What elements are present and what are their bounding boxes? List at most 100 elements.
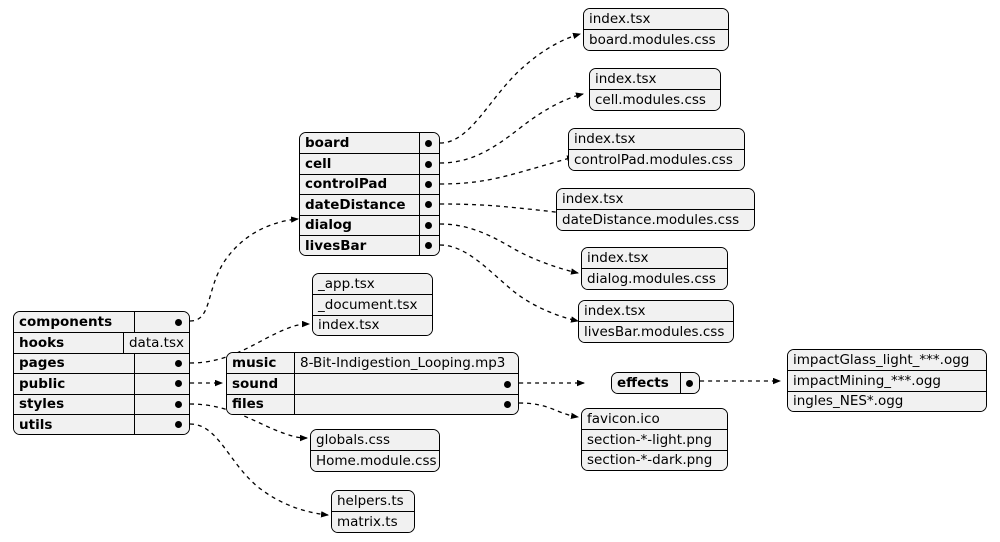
list-item[interactable]: livesBar.modules.css (579, 321, 733, 342)
table-row[interactable]: dialog (300, 214, 439, 235)
row-value-effects (680, 373, 699, 394)
link-dot-icon (425, 201, 432, 209)
link-dot-icon (175, 421, 182, 429)
row-value-components (134, 312, 189, 333)
row-value-public (134, 374, 189, 394)
list-item[interactable]: dateDistance.modules.css (557, 209, 754, 230)
table-row[interactable]: pages (14, 352, 189, 374)
list-item[interactable]: _app.tsx (313, 274, 432, 295)
styles-files-node: globals.css Home.module.css (310, 429, 440, 472)
row-label-components: components (19, 314, 113, 331)
list-item[interactable]: board.modules.css (584, 29, 728, 50)
list-item[interactable]: index.tsx (582, 248, 727, 269)
row-value-datedistance (419, 195, 439, 215)
list-item[interactable]: index.tsx (584, 9, 728, 30)
list-item[interactable]: cell.modules.css (590, 89, 720, 110)
list-item[interactable]: dialog.modules.css (582, 268, 727, 289)
row-label-files: files (232, 396, 264, 413)
list-item[interactable]: index.tsx (313, 314, 432, 336)
row-label-controlpad: controlPad (305, 176, 388, 193)
livesbar-files-node: index.tsx livesBar.modules.css (578, 300, 734, 343)
diagram-connectors (189, 32, 781, 518)
list-item[interactable]: section-*-light.png (582, 429, 727, 450)
table-row[interactable]: controlPad (300, 173, 439, 195)
link-dot-icon (425, 139, 432, 147)
effects-node: effects (611, 372, 700, 395)
row-label-livesbar: livesBar (305, 237, 367, 254)
board-files-node: index.tsx board.modules.css (583, 8, 729, 51)
link-dot-icon (686, 379, 693, 387)
row-value-files (294, 394, 518, 415)
row-label-effects: effects (617, 375, 669, 392)
diagram-canvas: components hooks data.tsx pages public s… (0, 0, 1000, 542)
table-row[interactable]: utils (14, 413, 189, 435)
table-row[interactable]: styles (14, 393, 189, 414)
row-label-datedistance: dateDistance (305, 196, 406, 213)
list-item[interactable]: favicon.ico (582, 409, 727, 430)
table-row[interactable]: board (300, 133, 439, 154)
row-value-music: 8-Bit-Indigestion_Looping.mp3 (294, 353, 518, 374)
public-files-node: favicon.ico section-*-light.png section-… (581, 408, 728, 472)
table-row[interactable]: components (14, 312, 189, 333)
list-item[interactable]: matrix.ts (332, 511, 414, 532)
table-row[interactable]: hooks data.tsx (14, 332, 189, 353)
list-item[interactable]: index.tsx (590, 69, 720, 90)
table-row[interactable]: sound (227, 373, 518, 394)
link-dot-icon (425, 221, 432, 229)
link-dot-icon (425, 160, 432, 168)
table-row[interactable]: effects (612, 373, 699, 394)
row-label-cell: cell (305, 156, 332, 173)
row-value-sound (294, 374, 518, 394)
row-value-controlpad (419, 174, 439, 195)
table-row[interactable]: livesBar (300, 234, 439, 256)
row-label-pages: pages (19, 355, 65, 372)
list-item[interactable]: Home.module.css (311, 450, 439, 471)
root-folders-node: components hooks data.tsx pages public s… (13, 311, 190, 436)
row-label-music: music (232, 355, 277, 372)
link-dot-icon (175, 400, 182, 408)
row-value-hooks: data.tsx (122, 333, 189, 353)
link-dot-icon (504, 400, 511, 408)
row-value-utils (134, 414, 189, 435)
list-item[interactable]: section-*-dark.png (582, 449, 727, 471)
list-item[interactable]: globals.css (311, 430, 439, 451)
table-row[interactable]: music 8-Bit-Indigestion_Looping.mp3 (227, 353, 518, 374)
row-label-sound: sound (232, 376, 279, 393)
cell-files-node: index.tsx cell.modules.css (589, 68, 721, 111)
table-row[interactable]: public (14, 373, 189, 394)
list-item[interactable]: ingles_NES*.ogg (788, 390, 986, 412)
public-contents-node: music 8-Bit-Indigestion_Looping.mp3 soun… (226, 352, 519, 416)
link-dot-icon (504, 380, 511, 388)
row-value-pages (134, 353, 189, 374)
list-item[interactable]: controlPad.modules.css (569, 149, 744, 170)
list-item[interactable]: index.tsx (579, 301, 733, 322)
pages-files-node: _app.tsx _document.tsx index.tsx (312, 273, 433, 337)
table-row[interactable]: files (227, 393, 518, 415)
list-item[interactable]: index.tsx (557, 189, 754, 210)
link-dot-icon (425, 242, 432, 250)
row-label-hooks: hooks (19, 335, 65, 352)
list-item[interactable]: index.tsx (569, 129, 744, 150)
row-label-board: board (305, 135, 350, 152)
row-label-dialog: dialog (305, 217, 352, 234)
row-label-public: public (19, 375, 66, 392)
row-value-styles (134, 394, 189, 414)
components-list-node: board cell controlPad dateDistance dialo… (299, 132, 440, 257)
effects-files-node: impactGlass_light_***.ogg impactMining_*… (787, 349, 987, 413)
link-dot-icon (175, 359, 182, 367)
controlpad-files-node: index.tsx controlPad.modules.css (568, 128, 745, 171)
link-dot-icon (425, 180, 432, 188)
datedistance-files-node: index.tsx dateDistance.modules.css (556, 188, 755, 231)
link-dot-icon (175, 380, 182, 388)
list-item[interactable]: impactMining_***.ogg (788, 370, 986, 391)
link-dot-icon (175, 318, 182, 326)
table-row[interactable]: cell (300, 153, 439, 174)
row-label-styles: styles (19, 396, 65, 413)
list-item[interactable]: _document.tsx (313, 294, 432, 315)
list-item[interactable]: helpers.ts (332, 491, 414, 512)
list-item[interactable]: impactGlass_light_***.ogg (788, 350, 986, 371)
row-value-dialog (419, 215, 439, 235)
row-label-utils: utils (19, 416, 53, 433)
table-row[interactable]: dateDistance (300, 194, 439, 215)
row-value-livesbar (419, 235, 439, 256)
